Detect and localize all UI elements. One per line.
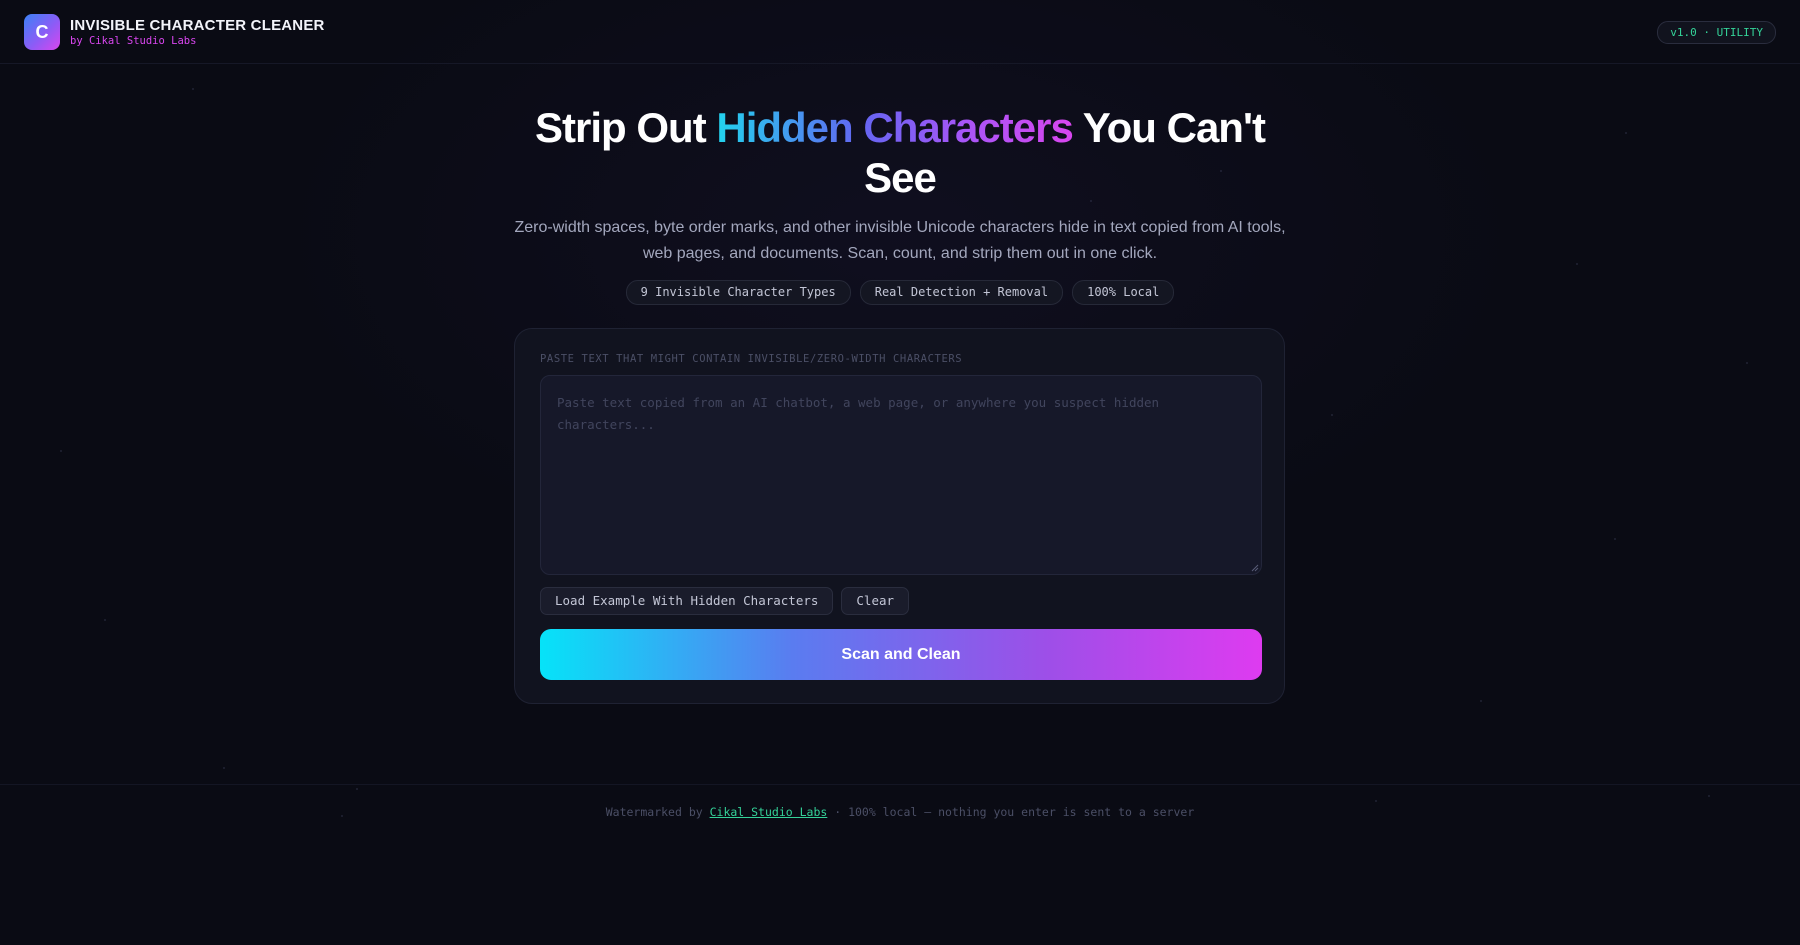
load-example-button[interactable]: Load Example With Hidden Characters [540, 587, 834, 615]
logo-letter: C [35, 21, 49, 42]
title-highlight: Hidden Characters [716, 104, 1073, 151]
page-title: Strip Out Hidden Characters You Can't Se… [500, 103, 1300, 203]
input-label: PASTE TEXT THAT MIGHT CONTAIN INVISIBLE/… [540, 353, 963, 365]
footer-suffix: · 100% local — nothing you enter is sent… [827, 805, 1195, 819]
cleaner-card: PASTE TEXT THAT MIGHT CONTAIN INVISIBLE/… [514, 328, 1285, 704]
title-part-start: Strip Out [535, 104, 717, 151]
app-subtitle: by Cikal Studio Labs [70, 35, 197, 47]
feature-pill-character-types: 9 Invisible Character Types [625, 280, 851, 305]
version-badge: v1.0 · UTILITY [1657, 21, 1776, 44]
app-title: INVISIBLE CHARACTER CLEANER [70, 17, 325, 34]
feature-pill-detection: Real Detection + Removal [859, 280, 1064, 305]
footer-studio-link[interactable]: Cikal Studio Labs [710, 805, 828, 819]
page-description: Zero-width spaces, byte order marks, and… [514, 219, 1286, 262]
clear-button[interactable]: Clear [841, 587, 910, 615]
feature-pill-local: 100% Local [1072, 280, 1175, 305]
secondary-actions: Load Example With Hidden Characters Clea… [540, 587, 910, 615]
text-input[interactable] [540, 375, 1262, 575]
scan-and-clean-button[interactable]: Scan and Clean [540, 629, 1262, 680]
resize-handle-icon[interactable] [1251, 564, 1259, 572]
footer: Watermarked by Cikal Studio Labs · 100% … [0, 784, 1800, 844]
footer-prefix: Watermarked by [605, 805, 710, 819]
app-logo: C [24, 14, 60, 50]
top-bar: C INVISIBLE CHARACTER CLEANER by Cikal S… [0, 0, 1800, 64]
feature-pills: 9 Invisible Character Types Real Detecti… [0, 280, 1800, 305]
